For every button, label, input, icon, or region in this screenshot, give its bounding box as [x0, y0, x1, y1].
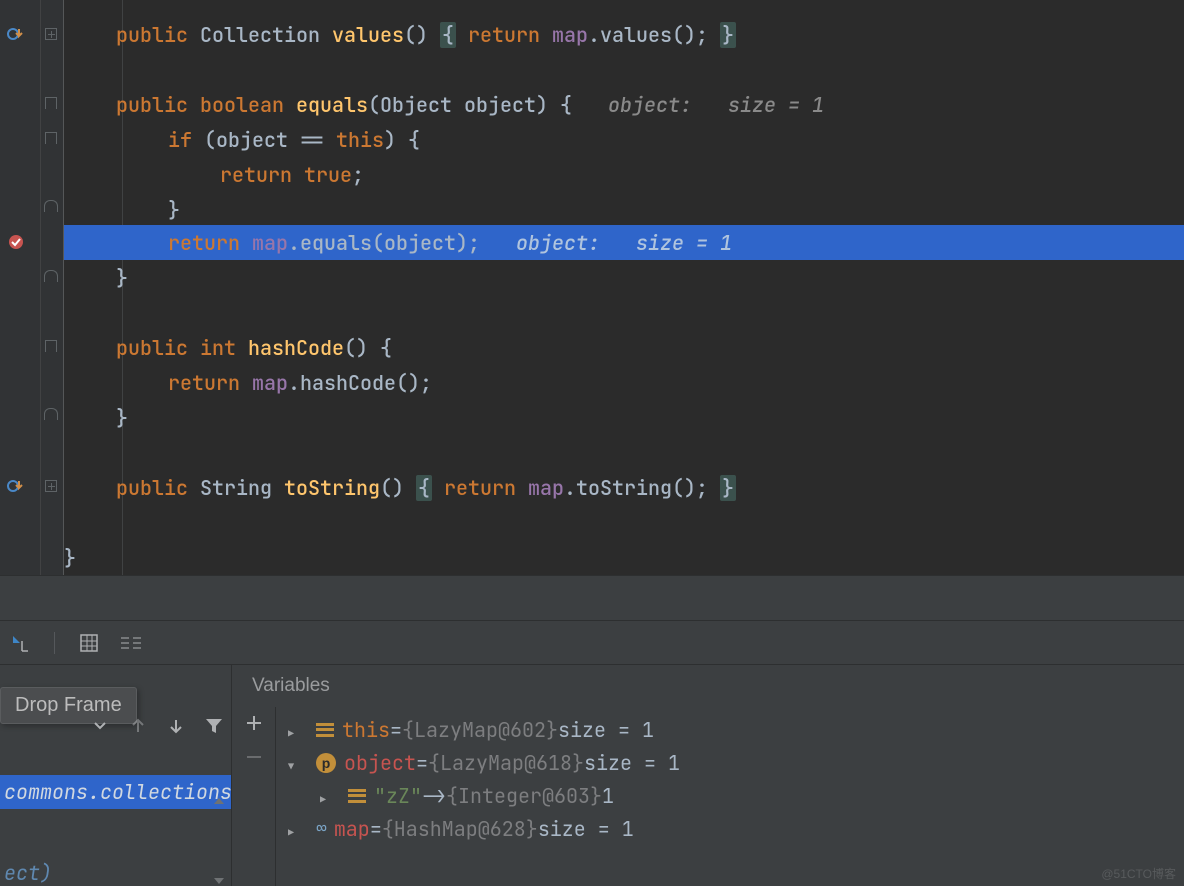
watermark: @51CTO博客	[1101, 865, 1176, 882]
frames-panel[interactable]: Drop Frame commons.collections.m ect)	[0, 665, 232, 886]
grid-view-icon[interactable]	[77, 631, 101, 655]
expand-arrow-icon[interactable]	[320, 783, 334, 809]
code-line[interactable]: public boolean equals(Object object) { o…	[64, 87, 1184, 122]
code-content[interactable]: public Collection values() { return map.…	[64, 0, 1184, 575]
variable-row[interactable]: this = {LazyMap@602} size = 1	[276, 713, 1184, 746]
variable-row[interactable]: ∞ map = {HashMap@628} size = 1	[276, 812, 1184, 845]
remove-watch-icon[interactable]	[246, 749, 262, 765]
fold-cap-icon[interactable]	[44, 270, 58, 282]
panel-splitter[interactable]	[0, 575, 1184, 621]
toolbar-separator	[54, 632, 55, 654]
breakpoint-icon[interactable]	[4, 230, 28, 254]
collapse-arrow-icon[interactable]	[288, 750, 302, 776]
variable-row[interactable]: "zZ" -> {Integer@603} 1	[276, 779, 1184, 812]
frame-selected[interactable]: commons.collections.m	[0, 775, 231, 809]
code-line[interactable]: public Collection values() { return map.…	[64, 17, 1184, 52]
fold-column[interactable]	[40, 0, 64, 575]
variable-row[interactable]: p object = {LazyMap@618} size = 1	[276, 746, 1184, 779]
gutter[interactable]	[0, 0, 40, 575]
fold-cap-icon[interactable]	[44, 200, 58, 212]
threads-view-icon[interactable]	[119, 631, 143, 655]
code-line[interactable]: }	[64, 400, 1184, 435]
override-down-icon[interactable]	[4, 22, 28, 46]
code-line[interactable]: if (object == this) {	[64, 122, 1184, 157]
fold-expand-icon[interactable]	[45, 28, 57, 40]
code-line[interactable]: }	[64, 260, 1184, 295]
object-badge-icon	[348, 789, 366, 803]
object-badge-icon	[316, 723, 334, 737]
scroll-up-icon[interactable]	[213, 796, 225, 806]
variables-panel: Variables this = {LazyMap@602} size = 1	[232, 665, 1184, 886]
override-down-icon[interactable]	[4, 474, 28, 498]
fold-region-start-icon[interactable]	[45, 132, 57, 144]
scroll-down-icon[interactable]	[213, 876, 225, 886]
fold-cap-icon[interactable]	[44, 408, 58, 420]
execution-line[interactable]: return map.equals(object); object: size …	[64, 225, 1184, 260]
frames-nav	[89, 715, 225, 737]
code-line[interactable]: public String toString() { return map.to…	[64, 470, 1184, 505]
variables-toolbar	[232, 707, 276, 886]
debug-panel: Drop Frame commons.collections.m ect) Va…	[0, 665, 1184, 886]
dropdown-icon[interactable]	[89, 715, 111, 737]
frame-item[interactable]: ect)	[0, 860, 52, 886]
code-editor[interactable]: public Collection values() { return map.…	[0, 0, 1184, 575]
frame-up-icon[interactable]	[127, 715, 149, 737]
code-line[interactable]: }	[64, 540, 1184, 575]
frame-down-icon[interactable]	[165, 715, 187, 737]
variables-title: Variables	[232, 665, 1184, 707]
filter-icon[interactable]	[203, 715, 225, 737]
code-line[interactable]: public int hashCode() {	[64, 330, 1184, 365]
inline-hint: object: size = 1	[480, 230, 732, 256]
link-badge-icon: ∞	[316, 817, 324, 840]
fold-region-start-icon[interactable]	[45, 97, 57, 109]
ide-root: public Collection values() { return map.…	[0, 0, 1184, 886]
show-execution-point-icon[interactable]	[8, 631, 32, 655]
expand-arrow-icon[interactable]	[288, 816, 302, 842]
debug-toolbar	[0, 621, 1184, 665]
code-line[interactable]: return map.hashCode();	[64, 365, 1184, 400]
code-line[interactable]: }	[64, 192, 1184, 227]
fold-expand-icon[interactable]	[45, 480, 57, 492]
parameter-badge-icon: p	[316, 753, 336, 773]
frames-scrollbar[interactable]	[207, 796, 231, 886]
add-watch-icon[interactable]	[246, 715, 262, 731]
code-line[interactable]: return true;	[64, 157, 1184, 192]
fold-region-start-icon[interactable]	[45, 340, 57, 352]
variables-tree[interactable]: this = {LazyMap@602} size = 1 p object =…	[276, 707, 1184, 886]
expand-arrow-icon[interactable]	[288, 717, 302, 743]
inline-hint: object: size = 1	[572, 92, 824, 118]
